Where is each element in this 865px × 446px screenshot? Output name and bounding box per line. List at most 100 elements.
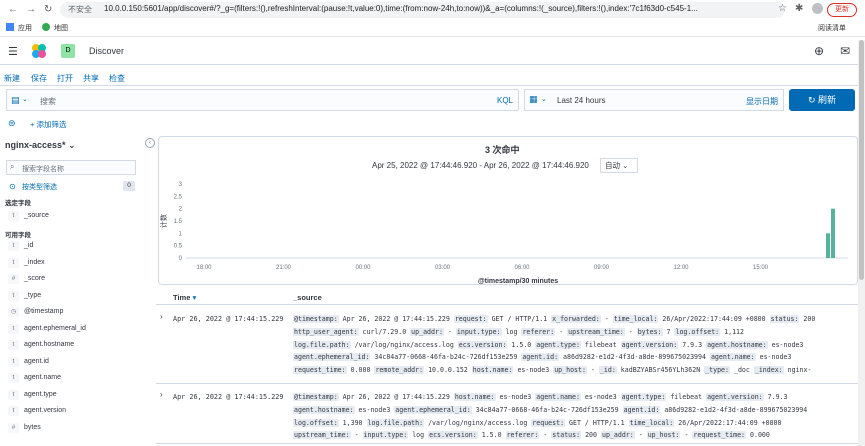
available-field-item[interactable]: @timestamp	[24, 308, 63, 315]
date-range-text[interactable]: Last 24 hours	[557, 96, 605, 105]
source-value: /var/log/nginx/access.log	[354, 340, 454, 349]
source-value: es-node3	[517, 366, 550, 375]
time-range-label: Apr 25, 2022 @ 17:44:46.920 - Apr 26, 20…	[372, 161, 589, 170]
source-value: nginx-	[787, 366, 812, 375]
show-dates-link[interactable]: 显示日期	[746, 96, 778, 107]
source-value: -	[684, 431, 689, 440]
row-source: @timestamp: Apr 26, 2022 @ 17:44:15.229 …	[293, 313, 857, 377]
url-text[interactable]: 10.0.0.150:5601/app/discover#/?_g=(filte…	[104, 4, 744, 13]
available-field-item[interactable]: agent.id	[24, 358, 49, 365]
filter-options-icon[interactable]: ⊜	[8, 118, 16, 129]
source-key: @timestamp:	[293, 315, 339, 323]
bookmark-apps[interactable]: 应用	[18, 23, 32, 33]
expand-row-icon[interactable]: ›	[160, 390, 163, 399]
available-field-item[interactable]: _type	[24, 292, 41, 299]
source-key: log.file.path:	[293, 340, 351, 349]
histogram-bar[interactable]	[826, 233, 830, 258]
source-column-header[interactable]: _source	[293, 293, 322, 302]
available-fields-heading: 可用字段	[5, 232, 31, 239]
source-key: request:	[453, 315, 488, 323]
available-field-item[interactable]: _score	[24, 275, 45, 282]
selected-fields-heading: 选定字段	[5, 200, 31, 207]
source-key: remote_addr:	[374, 366, 425, 375]
nav-new[interactable]: 新建	[4, 73, 20, 84]
chevron-down-icon[interactable]: ⌄	[541, 95, 547, 103]
calendar-icon[interactable]: ▦	[529, 94, 538, 105]
update-button[interactable]: 更新	[827, 3, 857, 17]
y-tick-label: 2.5	[174, 194, 183, 200]
y-tick-label: 1	[179, 231, 183, 237]
table-row[interactable]: › Apr 26, 2022 @ 17:44:15.229 @timestamp: …	[156, 306, 860, 384]
y-tick-label: 0	[179, 256, 183, 262]
field-type-icon: t	[8, 211, 19, 221]
table-header: Time ▾ _source	[156, 287, 860, 305]
refresh-label: 刷新	[818, 95, 837, 105]
source-value: es-node3	[759, 353, 792, 362]
selected-field-source[interactable]: _source	[24, 212, 49, 219]
saved-query-icon[interactable]: ▤	[11, 95, 20, 106]
source-value: 1,112	[724, 327, 744, 336]
available-field-item[interactable]: agent.name	[24, 374, 61, 381]
source-value: filebeat	[670, 393, 703, 401]
reload-icon[interactable]: ↻	[44, 4, 52, 15]
source-line: agent.hostname: es-node3 agent.ephemeral…	[293, 404, 857, 417]
source-key: agent.name:	[535, 393, 581, 401]
insecure-label[interactable]: 不安全	[68, 4, 92, 15]
source-value: 0.000	[350, 366, 371, 375]
available-field-item[interactable]: bytes	[24, 424, 41, 431]
filter-by-type-button[interactable]: 按类型筛选	[22, 182, 57, 192]
source-value: es-node3	[358, 405, 391, 414]
help-icon[interactable]: ⊕	[814, 44, 824, 58]
row-timestamp: Apr 26, 2022 @ 17:44:15.229	[173, 393, 284, 401]
index-pattern-select[interactable]: nginx-access* ⌄	[5, 140, 76, 151]
available-field-item[interactable]: _index	[24, 259, 45, 266]
source-value: GET / HTTP/1.1	[569, 418, 625, 427]
forward-icon[interactable]: →	[26, 4, 36, 15]
bookmark-maps[interactable]: 地图	[54, 23, 68, 33]
field-type-icon: #	[8, 422, 19, 433]
nav-save[interactable]: 保存	[31, 73, 47, 84]
available-field-item[interactable]: agent.version	[24, 407, 66, 414]
source-key: x_forwarded:	[551, 315, 601, 323]
scrollbar-thumb[interactable]	[859, 40, 864, 280]
source-key: bytes:	[636, 327, 663, 336]
source-key: agent.version:	[620, 340, 679, 349]
reading-list[interactable]: 阅读清单	[818, 23, 846, 33]
back-icon[interactable]: ←	[8, 4, 18, 15]
source-key: up_addr:	[600, 431, 635, 440]
expand-row-icon[interactable]: ›	[160, 312, 163, 321]
query-bar[interactable]	[6, 89, 519, 111]
histogram-bar[interactable]	[831, 208, 835, 258]
mail-icon[interactable]: ✉	[840, 44, 850, 58]
add-filter-link[interactable]: + 添加筛选	[30, 119, 66, 130]
collapse-sidebar-icon[interactable]: ‹	[145, 138, 155, 148]
refresh-button[interactable]: ↻ 刷新	[789, 89, 855, 111]
profile-avatar[interactable]	[812, 3, 823, 14]
available-field-item[interactable]: agent.ephemeral_id	[24, 325, 86, 332]
source-value: 200	[585, 431, 597, 440]
field-type-icon: t	[8, 290, 19, 301]
elastic-logo-icon[interactable]	[31, 43, 47, 59]
chevron-down-icon[interactable]: ⌄	[22, 95, 28, 103]
source-value: Apr 26, 2022 @ 17:44:15.229	[342, 393, 450, 401]
nav-inspect[interactable]: 检查	[109, 73, 125, 84]
menu-icon[interactable]: ☰	[8, 45, 18, 58]
field-type-icon: t	[8, 389, 19, 400]
space-avatar[interactable]: D	[61, 44, 75, 58]
nav-open[interactable]: 打开	[57, 73, 73, 84]
nav-share[interactable]: 共享	[83, 73, 99, 84]
source-key: input.type:	[455, 327, 502, 336]
available-field-item[interactable]: agent.type	[24, 391, 57, 398]
extensions-icon[interactable]: ✱	[795, 3, 803, 14]
time-column-header[interactable]: Time ▾	[173, 293, 196, 302]
source-value: 1.5.0	[511, 340, 532, 349]
interval-select[interactable]: 自动 ⌄	[600, 158, 638, 173]
table-row[interactable]: › Apr 26, 2022 @ 17:44:15.229 @timestamp: …	[156, 384, 860, 444]
hits-count: 3 次命中	[485, 145, 520, 155]
search-input[interactable]: 搜索	[40, 96, 56, 107]
kql-toggle[interactable]: KQL	[497, 96, 513, 105]
star-icon[interactable]: ☆	[778, 3, 787, 14]
available-field-item[interactable]: _id	[24, 242, 33, 249]
available-field-item[interactable]: agent.hostname	[24, 341, 74, 348]
source-value: kadBZYABSr456YLh362N	[620, 366, 701, 375]
